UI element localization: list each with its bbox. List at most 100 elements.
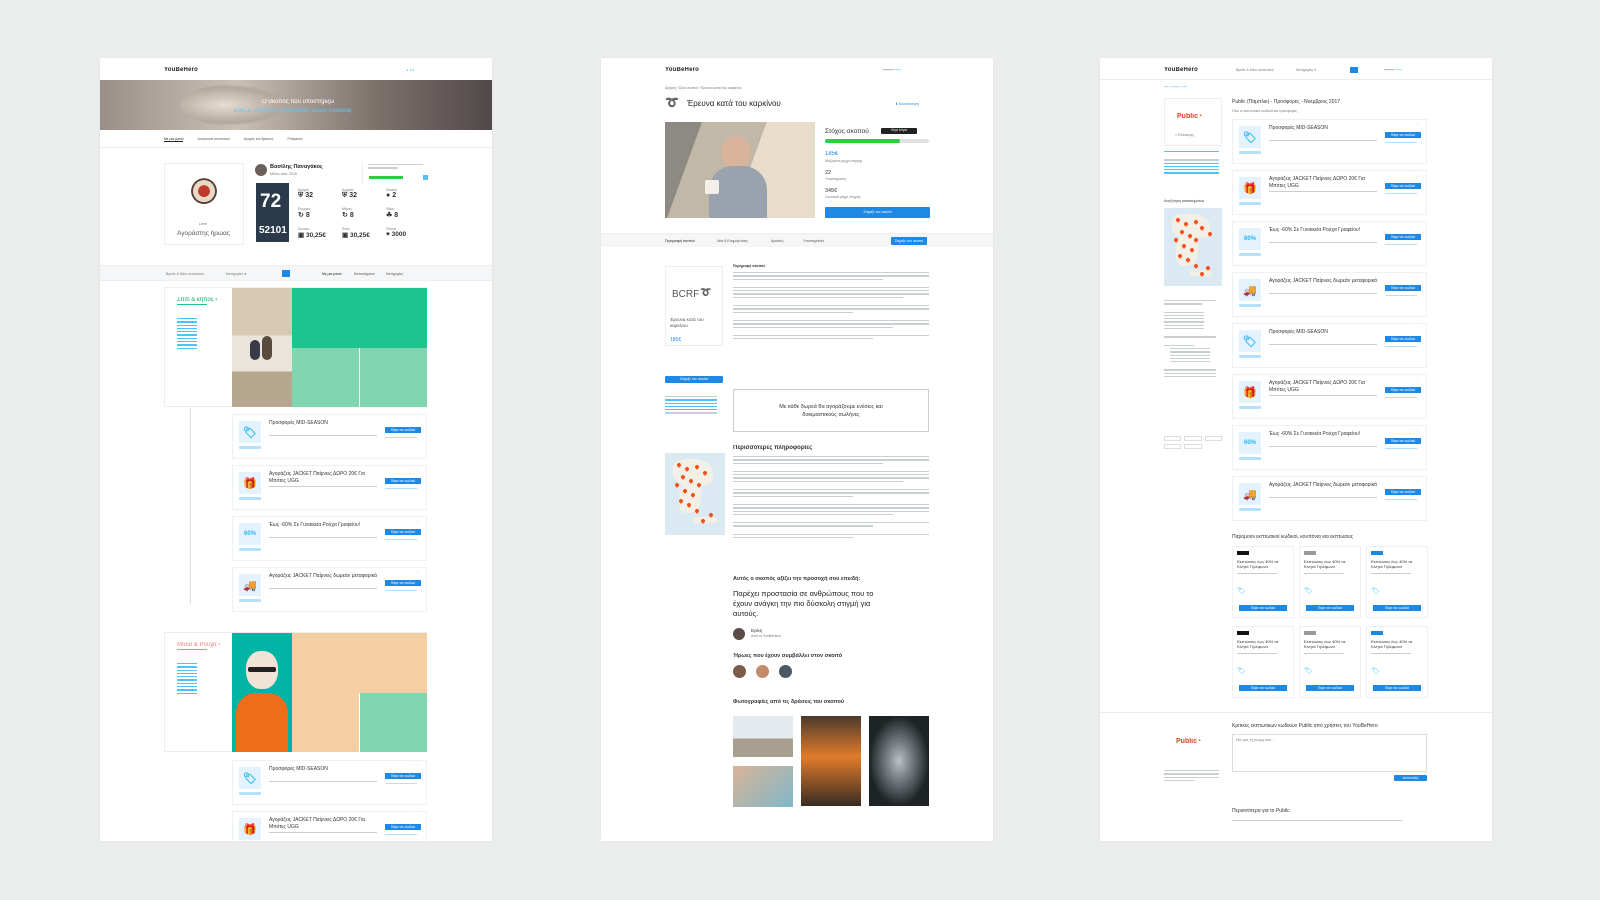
- brand-logo[interactable]: YouBeHero: [164, 67, 198, 73]
- get-code-button[interactable]: Πάρε τον κωδικό: [385, 824, 421, 830]
- brand-logo-2[interactable]: YouBeHero: [665, 67, 699, 73]
- related-coupon-card[interactable]: Εκπτώσεις έως 40% σε Κινητά Τηλέφωνα 🏷 Πάρ…: [1232, 546, 1294, 618]
- hero-avatar[interactable]: [779, 665, 792, 678]
- login-link[interactable]: ━━━━━ ━━━: [883, 68, 901, 72]
- search-button-3[interactable]: [1350, 67, 1358, 73]
- hero-avatar[interactable]: [756, 665, 769, 678]
- get-code-button[interactable]: Πάρε τον κωδικό: [1385, 234, 1421, 240]
- brand-logo-3[interactable]: YouBeHero: [1164, 67, 1198, 73]
- related-coupon-card[interactable]: Εκπτώσεις έως 40% σε Κινητά Τηλέφωνα 🏷 Πάρ…: [1299, 546, 1361, 618]
- get-code-button[interactable]: Πάρε τον κωδικό: [1239, 685, 1287, 691]
- category-title-home[interactable]: Σπίτι & κήπος ›: [177, 297, 217, 303]
- offer-card[interactable]: 60% Έως -60% Σε Γυναικεία Ρούχα Γραφείου!…: [232, 516, 427, 561]
- category-select[interactable]: Κατηγορίες ▾: [226, 272, 276, 276]
- search-input[interactable]: Βρείτε & δείτε εκπτώσεις: [166, 272, 222, 276]
- offer-card[interactable]: 60% Έως -60% Σε Γυναικεία Ρούχα Γραφείου!…: [1232, 425, 1427, 470]
- offer-card[interactable]: 🎁 Αγοράζεις JACKET Παίρνεις ΔΩΡΟ 20€ Για …: [1232, 374, 1427, 419]
- store-tags[interactable]: [1164, 436, 1222, 449]
- get-code-button[interactable]: Πάρε τον κωδικό: [1373, 605, 1421, 611]
- map-pin-icon[interactable]: [1193, 263, 1199, 269]
- offer-card[interactable]: 🎁 Αγοράζεις JACKET Παίρνεις ΔΩΡΟ 20€ Για …: [232, 811, 427, 841]
- get-code-button[interactable]: Πάρε τον κωδικό: [1385, 387, 1421, 393]
- offer-card[interactable]: 🏷 Προσφορές MID-SEASON Πάρε τον κωδικό ♡: [232, 760, 427, 805]
- support-button-small[interactable]: Στήριξε τον σκοπό: [891, 237, 927, 245]
- favorite-icon[interactable]: ♡: [415, 519, 419, 524]
- tab-stats[interactable]: Αναλυτικά στατιστικά: [197, 137, 229, 142]
- login-link-3[interactable]: ━━━━━ ━━━: [1384, 68, 1402, 72]
- get-code-button[interactable]: Πάρε τον κωδικό: [1385, 438, 1421, 444]
- offer-card[interactable]: 🏷 Προσφορές MID-SEASON Πάρε τον κωδικό ♡: [1232, 323, 1427, 368]
- offer-card[interactable]: 🚚 Αγοράζεις JACKET Παίρνεις δωρεάν μεταφο…: [232, 567, 427, 612]
- tab-actions[interactable]: Δράσεις: [771, 239, 784, 243]
- offer-card[interactable]: 🎁 Αγοράζεις JACKET Παίρνεις ΔΩΡΟ 20€ Για …: [1232, 170, 1427, 215]
- get-code-button[interactable]: Πάρε τον κωδικό: [385, 427, 421, 433]
- favorite-icon[interactable]: ♡: [1415, 275, 1419, 280]
- support-button[interactable]: Στήριξε τον σκοπό: [825, 207, 930, 218]
- map-pin-icon[interactable]: [694, 508, 700, 514]
- search-button[interactable]: [282, 270, 290, 277]
- offer-card[interactable]: 🎁 Αγοράζεις JACKET Παίρνεις ΔΩΡΟ 20€ Για …: [232, 465, 427, 510]
- offer-card[interactable]: 🏷 Προσφορές MID-SEASON Πάρε τον κωδικό ♡: [1232, 119, 1427, 164]
- get-code-button[interactable]: Πάρε τον κωδικό: [1306, 605, 1354, 611]
- tab-settings[interactable]: Ρυθμίσεις: [288, 137, 303, 142]
- search-input-3[interactable]: Βρείτε & δείτε εκπτώσεις: [1236, 68, 1291, 72]
- get-code-button[interactable]: Πάρε τον κωδικό: [1385, 489, 1421, 495]
- breadcrumb[interactable]: Αρχική › Όλοι σκοποί › Έρευνα κατά του κ…: [665, 86, 742, 90]
- tab-overview[interactable]: Με μια ματιά: [164, 137, 184, 142]
- offer-card[interactable]: 60% Έως -60% Σε Γυναικεία Ρούχα Γραφείου!…: [1232, 221, 1427, 266]
- get-code-button[interactable]: Πάρε τον κωδικό: [1385, 183, 1421, 189]
- filter-categories[interactable]: Κατηγορίες: [386, 272, 403, 276]
- store-map[interactable]: [1164, 208, 1222, 286]
- tab-purchases[interactable]: Αγορές και δράσεις: [244, 137, 274, 142]
- account-link[interactable]: ● ● ●: [406, 68, 414, 72]
- offer-card[interactable]: 🏷 Προσφορές MID-SEASON Πάρε τον κωδικό ♡: [232, 414, 427, 459]
- favorite-icon[interactable]: ♡: [415, 763, 419, 768]
- get-code-button[interactable]: Πάρε τον κωδικό: [1385, 285, 1421, 291]
- get-code-button[interactable]: Πάρε τον κωδικό: [1239, 605, 1287, 611]
- tab-news[interactable]: Νέα & Ενημερώσεις: [717, 239, 748, 243]
- review-submit-button[interactable]: Αποστολή: [1394, 775, 1427, 781]
- get-code-button[interactable]: Πάρε τον κωδικό: [385, 478, 421, 484]
- gallery-photo[interactable]: [869, 716, 929, 806]
- offer-card[interactable]: 🚚 Αγοράζεις JACKET Παίρνεις δωρεάν μεταφο…: [1232, 476, 1427, 521]
- get-code-button[interactable]: Πάρε τον κωδικό: [385, 580, 421, 586]
- category-select-3[interactable]: Κατηγορίες ▾: [1296, 68, 1346, 72]
- get-code-button[interactable]: Πάρε τον κωδικό: [385, 529, 421, 535]
- hero-line2[interactable]: ΕΛΕ.Σ. Δράσεις Προστασίας Ζώων Ελλάδος: [234, 108, 352, 114]
- favorite-icon[interactable]: ♡: [1415, 173, 1419, 178]
- gallery-photo[interactable]: [801, 716, 861, 806]
- get-code-button[interactable]: Πάρε τον κωδικό: [1373, 685, 1421, 691]
- share-link[interactable]: ⬆ Κοινοποίηση: [895, 102, 919, 106]
- gallery-photo[interactable]: [733, 766, 793, 807]
- related-coupon-card[interactable]: Εκπτώσεις έως 40% σε Κινητά Τηλέφωνα 🏷 Πάρ…: [1299, 626, 1361, 698]
- category-subnav[interactable]: [177, 318, 197, 351]
- get-code-button[interactable]: Πάρε τον κωδικό: [1385, 336, 1421, 342]
- gallery-photo[interactable]: [733, 716, 793, 757]
- favorite-icon[interactable]: ♡: [1415, 428, 1419, 433]
- favorite-icon[interactable]: ♡: [1415, 377, 1419, 382]
- greece-map[interactable]: [665, 453, 725, 535]
- review-textarea[interactable]: Πες μας τη γνώμη σου...: [1232, 734, 1427, 772]
- favorite-icon[interactable]: ♡: [1415, 224, 1419, 229]
- related-coupon-card[interactable]: Εκπτώσεις έως 40% σε Κινητά Τηλέφωνα 🏷 Πάρ…: [1366, 546, 1428, 618]
- filter-overview[interactable]: Με μια ματιά: [322, 272, 341, 276]
- favorite-icon[interactable]: ♡: [415, 417, 419, 422]
- tab-description[interactable]: Περιγραφή σκοπού: [665, 239, 695, 243]
- breadcrumb-3[interactable]: ━━ › ━━━━ › ━━: [1164, 85, 1187, 89]
- get-code-button[interactable]: Πάρε τον κωδικό: [1385, 132, 1421, 138]
- favorite-icon[interactable]: ♡: [1415, 122, 1419, 127]
- support-button-side[interactable]: Στήριξε τον σκοπό: [665, 376, 723, 383]
- fashion-subnav[interactable]: [177, 663, 197, 696]
- tab-supporters[interactable]: Υποστηρικτές: [803, 239, 824, 243]
- favorite-icon[interactable]: ♡: [1415, 326, 1419, 331]
- get-code-button[interactable]: Πάρε τον κωδικό: [385, 773, 421, 779]
- org-links[interactable]: [665, 396, 717, 416]
- favorite-icon[interactable]: ♡: [415, 570, 419, 575]
- hero-avatar[interactable]: [733, 665, 746, 678]
- related-coupon-card[interactable]: Εκπτώσεις έως 40% σε Κινητά Τηλέφωνα 🏷 Πάρ…: [1232, 626, 1294, 698]
- favorite-icon[interactable]: ♡: [1415, 479, 1419, 484]
- favorite-icon[interactable]: ♡: [415, 814, 419, 819]
- related-coupon-card[interactable]: Εκπτώσεις έως 40% σε Κινητά Τηλέφωνα 🏷 Πάρ…: [1366, 626, 1428, 698]
- favorite-icon[interactable]: ♡: [415, 468, 419, 473]
- offer-card[interactable]: 🚚 Αγοράζεις JACKET Παίρνεις δωρεάν μεταφο…: [1232, 272, 1427, 317]
